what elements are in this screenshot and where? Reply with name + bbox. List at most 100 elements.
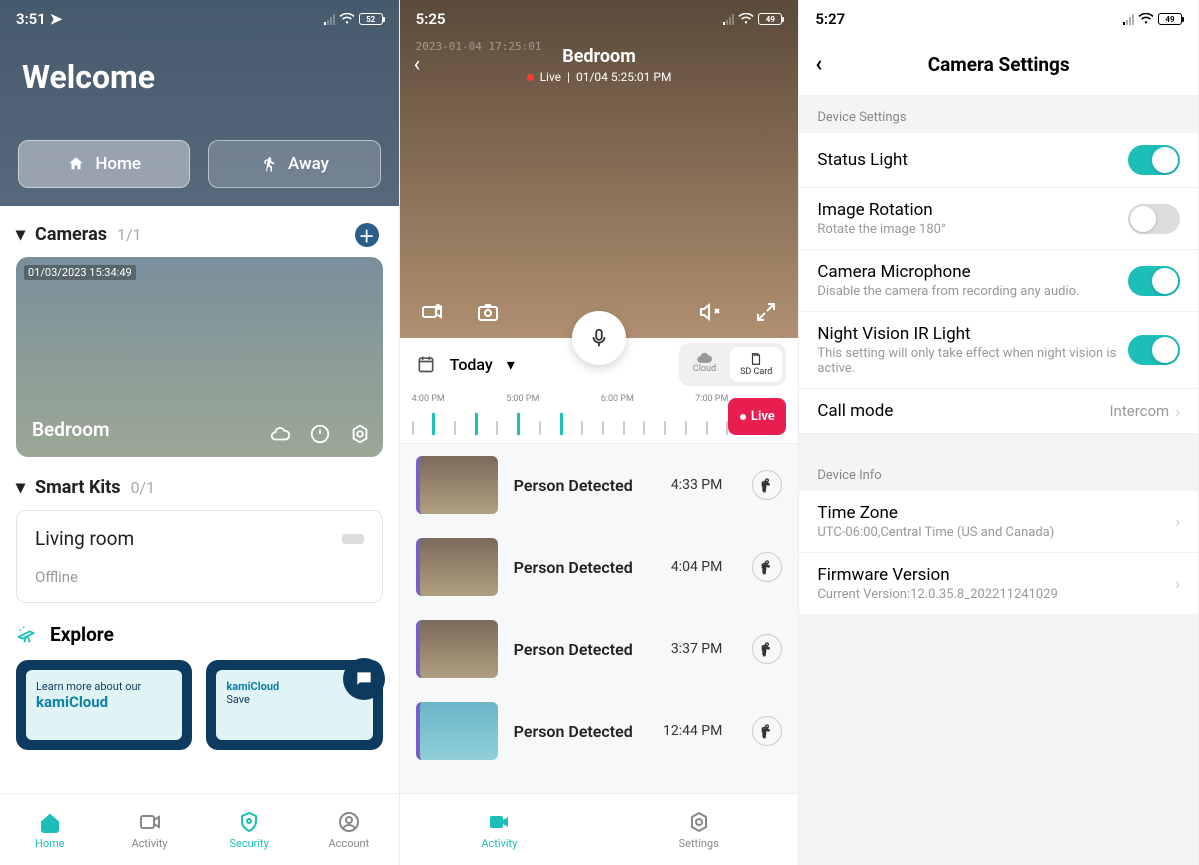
firmware-title: Firmware Version (817, 565, 1175, 585)
snapshot-icon[interactable] (476, 300, 500, 324)
storage-cloud-button[interactable]: Cloud (683, 347, 726, 382)
wifi-icon (738, 13, 754, 25)
event-label: Person Detected (514, 558, 655, 577)
image-rotation-toggle[interactable] (1128, 204, 1180, 234)
signal-icon (324, 14, 335, 25)
event-label: Person Detected (514, 476, 655, 495)
cameras-label: Cameras (35, 224, 107, 245)
smartkits-count: 0/1 (131, 478, 156, 497)
chat-button[interactable] (343, 658, 385, 700)
video-icon (487, 810, 511, 834)
row-status-light[interactable]: Status Light (799, 133, 1198, 188)
smartkits-header[interactable]: ▾ Smart Kits 0/1 (16, 477, 383, 498)
cameras-count: 1/1 (117, 225, 142, 244)
status-time: 5:25 (416, 10, 446, 28)
live-video[interactable]: 5:25 49 2023-01-04 17:25:01 ‹ Bedroom Li… (400, 0, 799, 338)
night-vision-toggle[interactable] (1128, 335, 1180, 365)
caret-down-icon[interactable]: ▾ (507, 355, 515, 374)
event-row[interactable]: Person Detected 3:37 PM (400, 608, 799, 690)
card1-line2: kamiCloud (36, 693, 172, 711)
explore-label: Explore (50, 623, 114, 646)
live-button[interactable]: Live (728, 398, 786, 435)
tab-account[interactable]: Account (299, 794, 399, 865)
mode-home-label: Home (95, 154, 141, 174)
camera-card[interactable]: 01/03/2023 15:34:49 Bedroom (16, 257, 383, 457)
tab-home[interactable]: Home (0, 794, 100, 865)
event-row[interactable]: Person Detected 4:04 PM (400, 526, 799, 608)
event-row[interactable]: Person Detected 4:33 PM (400, 444, 799, 526)
page-header: ‹ Camera Settings (799, 34, 1198, 96)
wifi-icon (339, 13, 355, 25)
explore-card-1[interactable]: Learn more about our kamiCloud (16, 660, 192, 750)
battery-icon: 49 (758, 13, 782, 25)
add-camera-button[interactable]: ＋ (355, 223, 379, 247)
row-firmware[interactable]: Firmware Version Current Version:12.0.35… (799, 553, 1198, 615)
cloud-icon[interactable] (269, 423, 291, 445)
wifi-icon (1138, 13, 1154, 25)
timezone-title: Time Zone (817, 503, 1175, 523)
mic-button[interactable] (572, 311, 626, 365)
record-icon[interactable] (420, 300, 444, 324)
call-mode-value: Intercom (1109, 402, 1169, 420)
tabbar: Activity Settings (400, 793, 799, 865)
kit-status: Offline (35, 568, 364, 586)
settings-icon[interactable] (349, 423, 371, 445)
call-mode-title: Call mode (817, 401, 1109, 421)
night-vision-title: Night Vision IR Light (817, 324, 1128, 344)
timeline-label: 4:00 PM (412, 394, 445, 404)
event-time: 4:33 PM (671, 477, 723, 493)
tab-activity[interactable]: Activity (100, 794, 200, 865)
row-microphone[interactable]: Camera Microphone Disable the camera fro… (799, 250, 1198, 312)
fullscreen-icon[interactable] (754, 300, 778, 324)
smartkits-label: Smart Kits (35, 477, 120, 498)
cameras-header[interactable]: ▾ Cameras 1/1 ＋ (16, 224, 383, 245)
person-icon (752, 716, 782, 746)
chevron-right-icon: › (1175, 402, 1180, 421)
date-today-label[interactable]: Today (450, 355, 493, 374)
hub-icon (342, 534, 364, 544)
tab-security[interactable]: Security (199, 794, 299, 865)
storage-sd-button[interactable]: SD Card (730, 347, 782, 382)
kit-card[interactable]: Living room Offline (16, 510, 383, 603)
timezone-sub: UTC-06:00,Central Time (US and Canada) (817, 525, 1175, 540)
section-device-info: Device Info (799, 454, 1198, 491)
microphone-toggle[interactable] (1128, 266, 1180, 296)
live-pill-label: Live (751, 409, 775, 424)
mode-home-button[interactable]: Home (18, 140, 190, 188)
mode-away-button[interactable]: Away (208, 140, 380, 188)
status-bar: 3:51 ➤ 52 (0, 0, 399, 34)
tab-security-label: Security (229, 837, 268, 850)
timeline[interactable]: 4:00 PM 5:00 PM 6:00 PM 7:00 PM Live (400, 390, 799, 444)
row-image-rotation[interactable]: Image Rotation Rotate the image 180° (799, 188, 1198, 250)
event-thumb (416, 620, 498, 678)
row-timezone[interactable]: Time Zone UTC-06:00,Central Time (US and… (799, 491, 1198, 553)
camera-name: Bedroom (32, 418, 110, 441)
mute-icon[interactable] (698, 300, 722, 324)
event-list: Person Detected 4:33 PM Person Detected … (400, 444, 799, 793)
person-icon (752, 552, 782, 582)
microphone-sub: Disable the camera from recording any au… (817, 284, 1128, 299)
live-label: Live (540, 70, 561, 84)
row-call-mode[interactable]: Call mode Intercom › (799, 389, 1198, 434)
status-light-title: Status Light (817, 150, 1128, 170)
battery-icon: 52 (359, 13, 383, 25)
home-icon (67, 155, 85, 173)
night-vision-sub: This setting will only take effect when … (817, 346, 1128, 376)
card1-line1: Learn more about our (36, 680, 172, 693)
status-bar: 5:27 49 (799, 0, 1198, 34)
tab-home-label: Home (35, 837, 65, 850)
row-night-vision[interactable]: Night Vision IR Light This setting will … (799, 312, 1198, 389)
tab-activity[interactable]: Activity (400, 794, 599, 865)
tab-settings[interactable]: Settings (599, 794, 798, 865)
settings-icon (687, 810, 711, 834)
live-timestamp: 01/04 5:25:01 PM (576, 70, 671, 84)
timeline-label: 6:00 PM (601, 394, 634, 404)
screen-activity: 5:25 49 2023-01-04 17:25:01 ‹ Bedroom Li… (400, 0, 800, 865)
telescope-icon (16, 624, 38, 646)
back-button[interactable]: ‹ (815, 52, 822, 77)
storage-toggle: Cloud SD Card (679, 343, 787, 386)
event-row[interactable]: Person Detected 12:44 PM (400, 690, 799, 772)
status-light-toggle[interactable] (1128, 145, 1180, 175)
calendar-icon[interactable] (416, 354, 436, 374)
alert-icon[interactable] (309, 423, 331, 445)
